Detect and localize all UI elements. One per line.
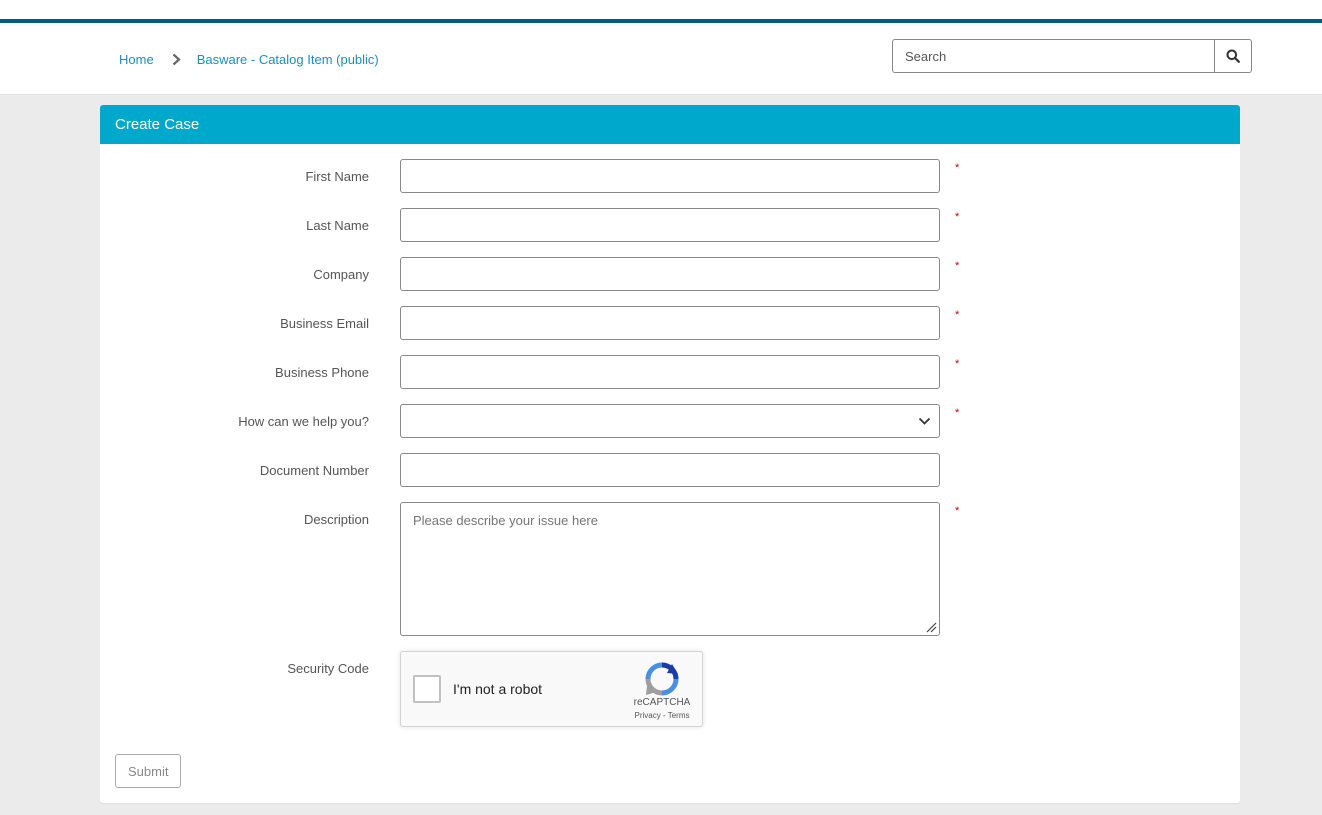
submit-button[interactable]: Submit	[115, 754, 182, 788]
recaptcha-logo-icon	[645, 662, 679, 696]
chevron-down-icon	[918, 417, 931, 425]
search-input[interactable]	[893, 40, 1214, 72]
search-box	[892, 39, 1252, 73]
recaptcha-privacy-link[interactable]: Privacy	[635, 711, 661, 720]
help-topic-select[interactable]	[400, 404, 940, 438]
required-marker: *	[955, 358, 960, 370]
breadcrumb: Home Basware - Catalog Item (public)	[119, 52, 379, 67]
recaptcha-brand: reCAPTCHA	[633, 697, 691, 708]
panel-title: Create Case	[100, 105, 1240, 144]
resize-grip-icon[interactable]	[925, 621, 937, 633]
create-case-panel: Create Case First Name * Last Name * Com…	[100, 105, 1240, 803]
company-input[interactable]	[400, 257, 940, 291]
description-textarea[interactable]	[400, 502, 940, 636]
breadcrumb-current[interactable]: Basware - Catalog Item (public)	[197, 52, 379, 67]
business-email-label: Business Email	[280, 316, 369, 331]
document-number-label: Document Number	[259, 463, 369, 478]
top-strip	[0, 0, 1322, 19]
required-marker: *	[955, 407, 960, 419]
last-name-label: Last Name	[306, 218, 369, 233]
required-marker: *	[955, 211, 960, 223]
business-phone-label: Business Phone	[275, 365, 369, 380]
search-button[interactable]	[1214, 40, 1251, 72]
recaptcha-links: Privacy - Terms	[621, 711, 703, 720]
description-label: Description	[303, 512, 369, 527]
required-marker: *	[955, 505, 960, 517]
first-name-input[interactable]	[400, 159, 940, 193]
recaptcha-label: I'm not a robot	[453, 681, 543, 697]
search-icon	[1226, 49, 1240, 63]
recaptcha-link-separator: -	[660, 711, 668, 720]
help-topic-label: How can we help you?	[238, 414, 369, 429]
company-label: Company	[313, 267, 369, 282]
business-email-input[interactable]	[400, 306, 940, 340]
breadcrumb-home[interactable]: Home	[119, 52, 154, 67]
recaptcha-terms-link[interactable]: Terms	[668, 711, 690, 720]
security-code-label: Security Code	[287, 661, 369, 676]
required-marker: *	[955, 309, 960, 321]
chevron-right-icon	[172, 53, 181, 66]
last-name-input[interactable]	[400, 208, 940, 242]
document-number-input[interactable]	[400, 453, 940, 487]
first-name-label: First Name	[305, 169, 369, 184]
business-phone-input[interactable]	[400, 355, 940, 389]
required-marker: *	[955, 162, 960, 174]
recaptcha-widget: I'm not a robot reCAPTCHA Privacy - Term…	[400, 651, 703, 727]
recaptcha-checkbox[interactable]	[413, 675, 441, 703]
required-marker: *	[955, 260, 960, 272]
